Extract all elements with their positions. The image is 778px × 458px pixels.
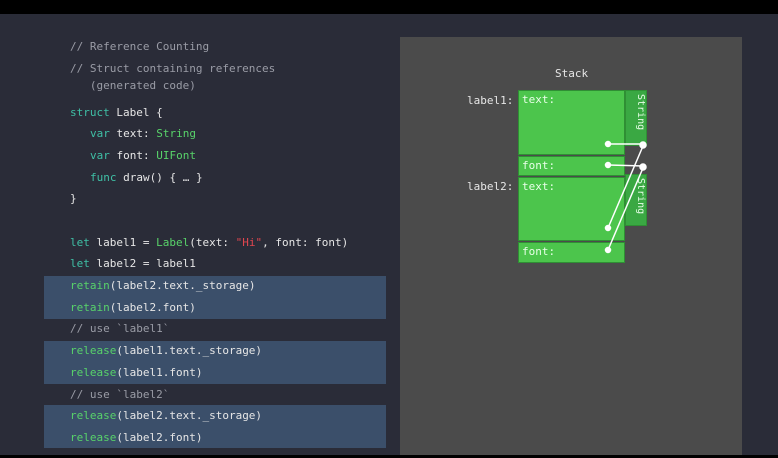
- arrow-label2-text: [607, 145, 644, 229]
- arrow-label1-font: [607, 164, 644, 167]
- reference-arrows: [604, 140, 647, 254]
- arrow-label2-font: [607, 167, 644, 251]
